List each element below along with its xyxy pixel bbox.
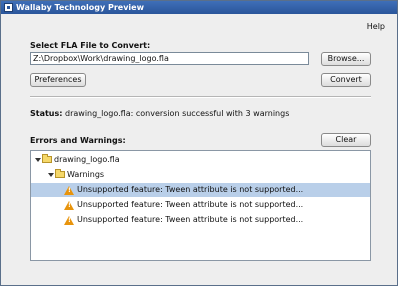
warning-row[interactable]: Unsupported feature: Tween attribute is … (31, 198, 370, 212)
clear-button[interactable]: Clear (321, 133, 371, 147)
separator (30, 96, 371, 98)
warning-icon (64, 216, 74, 225)
tree-root-label: drawing_logo.fla (54, 155, 120, 164)
file-path-input[interactable] (30, 52, 309, 65)
status-label: Status: (30, 109, 63, 118)
warning-text: Unsupported feature: Tween attribute is … (77, 200, 304, 209)
select-file-label: Select FLA File to Convert: (30, 41, 151, 50)
errors-tree[interactable]: drawing_logo.fla Warnings Unsupported fe… (30, 150, 371, 261)
warning-icon (64, 201, 74, 210)
preferences-button[interactable]: Preferences (30, 73, 86, 87)
warning-icon (64, 186, 74, 195)
convert-button[interactable]: Convert (321, 73, 371, 87)
warning-text: Unsupported feature: Tween attribute is … (77, 185, 304, 194)
app-icon (4, 3, 13, 12)
status-text: drawing_logo.fla: conversion successful … (65, 109, 290, 118)
tree-group-row[interactable]: Warnings (31, 168, 370, 182)
window-title: Wallaby Technology Preview (16, 3, 144, 12)
browse-button[interactable]: Browse... (321, 52, 371, 66)
errors-warnings-label: Errors and Warnings: (30, 136, 126, 145)
warning-text: Unsupported feature: Tween attribute is … (77, 215, 304, 224)
app-window: Wallaby Technology Preview Help Select F… (0, 0, 398, 286)
title-bar[interactable]: Wallaby Technology Preview (1, 1, 397, 14)
expand-arrow-icon[interactable] (35, 158, 41, 162)
help-menu[interactable]: Help (367, 22, 385, 31)
folder-icon (42, 154, 52, 163)
warning-row[interactable]: Unsupported feature: Tween attribute is … (31, 183, 370, 197)
expand-arrow-icon[interactable] (48, 173, 54, 177)
folder-icon (55, 169, 65, 178)
warning-row[interactable]: Unsupported feature: Tween attribute is … (31, 213, 370, 227)
tree-group-label: Warnings (67, 170, 105, 179)
tree-root-row[interactable]: drawing_logo.fla (31, 153, 370, 167)
